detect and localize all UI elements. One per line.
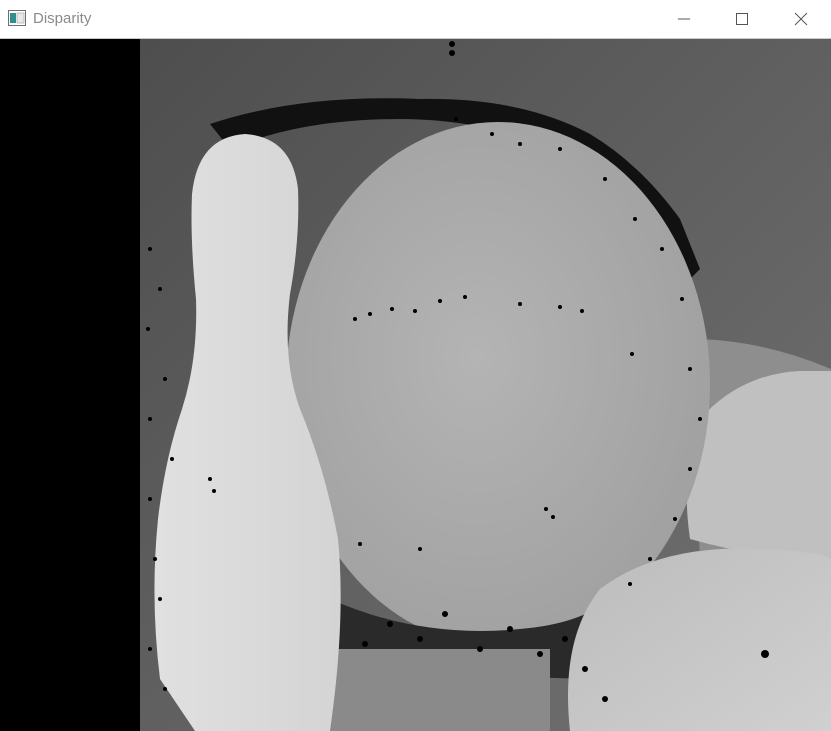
minimize-icon [678,18,690,20]
window-title: Disparity [33,10,92,27]
disparity-map [0,39,831,731]
close-icon [794,12,808,26]
opencv-window-icon [8,10,26,26]
close-button[interactable] [772,0,830,38]
occlusion-strip [0,39,140,731]
maximize-button[interactable] [713,0,771,38]
floor-object [330,649,550,731]
maximize-icon [736,13,748,25]
disparity-image-viewport [0,39,831,731]
minimize-button[interactable] [655,0,713,38]
title-bar[interactable]: Disparity [0,0,831,39]
app-window: Disparity [0,0,831,731]
